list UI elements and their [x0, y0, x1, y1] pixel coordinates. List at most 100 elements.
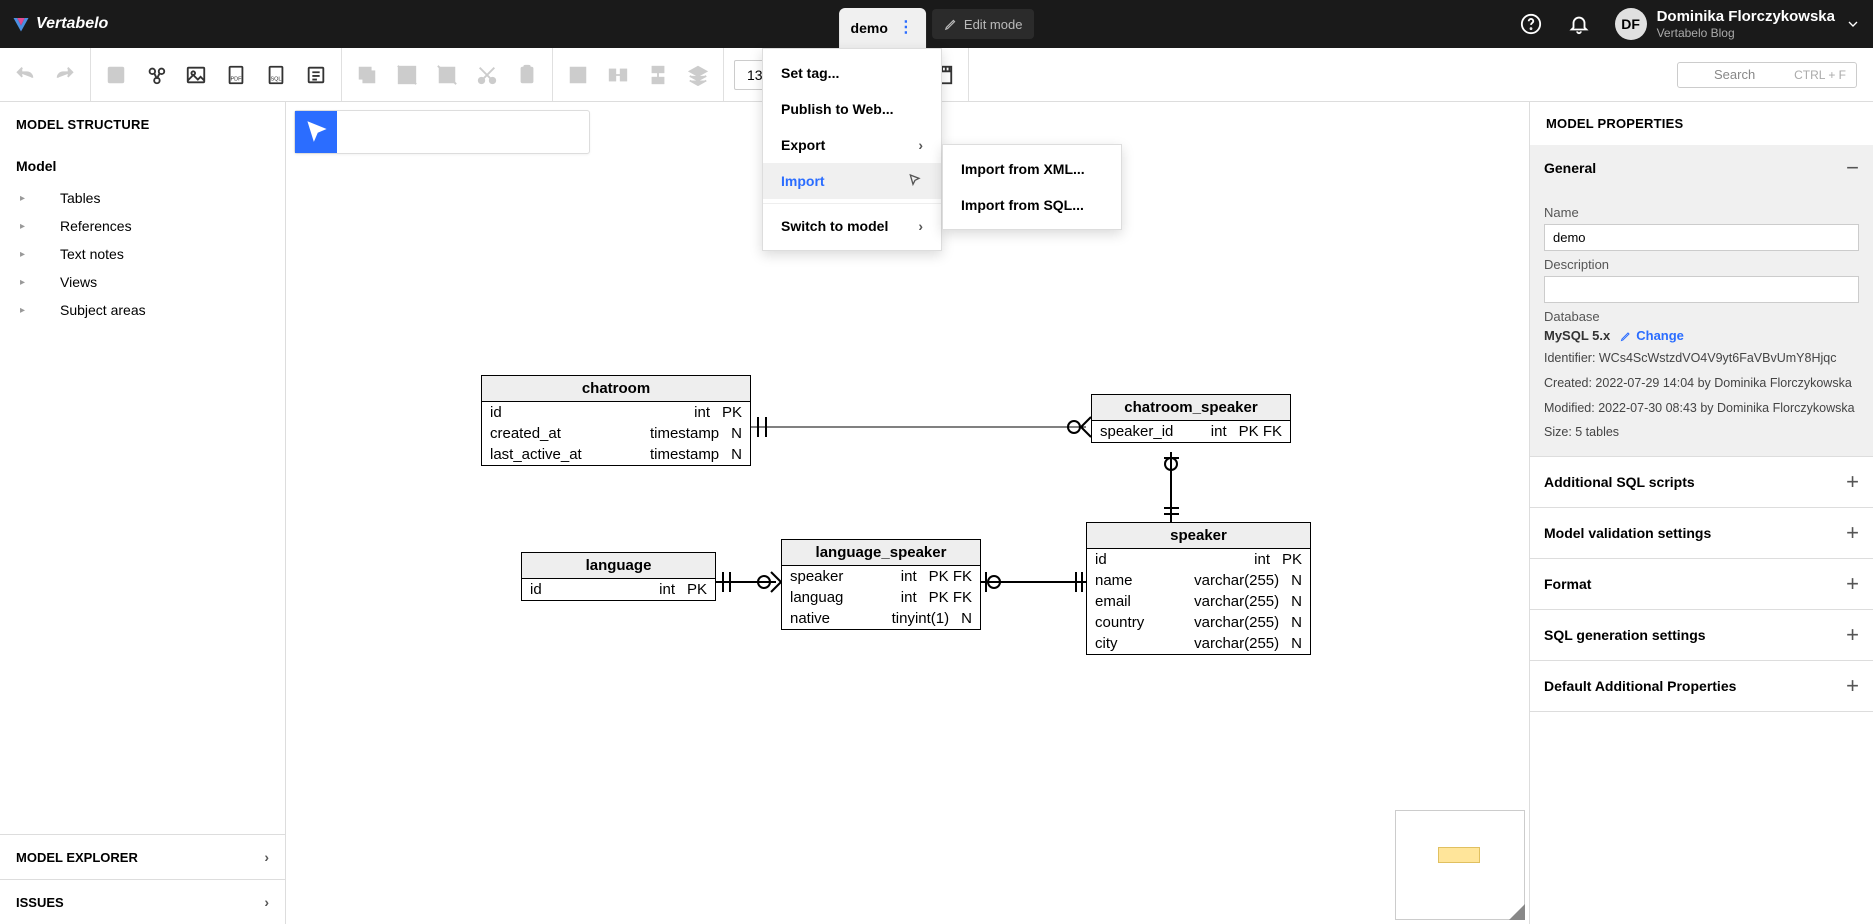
rp-validation[interactable]: Model validation settings+ [1530, 508, 1873, 559]
pdf-button[interactable]: PDF [221, 60, 251, 90]
plus-icon: + [1846, 622, 1859, 648]
search-shortcut: CTRL + F [1794, 68, 1846, 82]
rp-general-toggle[interactable]: General − [1530, 145, 1873, 191]
desc-input[interactable] [1544, 276, 1859, 303]
cursor-icon [907, 173, 923, 189]
menu-export[interactable]: Export› [763, 127, 941, 163]
remove-all-button[interactable] [392, 60, 422, 90]
table-tool[interactable] [379, 111, 421, 153]
plus-icon: + [1846, 520, 1859, 546]
user-menu[interactable]: DF Dominika Florczykowska Vertabelo Blog [1615, 8, 1861, 40]
remove-button[interactable] [432, 60, 462, 90]
undo-icon [14, 64, 36, 86]
avatar: DF [1615, 8, 1647, 40]
table-icon [38, 191, 52, 205]
reference-icon [38, 219, 52, 233]
name-input[interactable] [1544, 224, 1859, 251]
menu-publish[interactable]: Publish to Web... [763, 91, 941, 127]
tab-strip: demo ⋮ Edit mode [839, 0, 1035, 48]
search-box[interactable]: Search CTRL + F [1677, 62, 1857, 88]
tree-root[interactable]: Model [16, 158, 269, 174]
redo-button[interactable] [50, 60, 80, 90]
align-h-icon [607, 64, 629, 86]
share-button[interactable] [141, 60, 171, 90]
paste-button[interactable] [512, 60, 542, 90]
minimap-resize-handle[interactable] [1509, 904, 1525, 920]
er-table-speaker[interactable]: speaker idintPK namevarchar(255)N emailv… [1086, 522, 1311, 655]
tree-item-tables[interactable]: ▸Tables [16, 184, 269, 212]
brand-text: Vertabelo [36, 15, 108, 33]
menu-switch-model[interactable]: Switch to model› [763, 208, 941, 244]
menu-import-xml[interactable]: Import from XML... [943, 151, 1121, 187]
rp-sql-gen[interactable]: SQL generation settings+ [1530, 610, 1873, 661]
table-icon [388, 120, 412, 144]
er-table-language-speaker[interactable]: language_speaker speakerintPK FK languag… [781, 539, 981, 630]
expand-button[interactable] [563, 60, 593, 90]
logo[interactable]: Vertabelo [12, 15, 108, 33]
cut-button[interactable] [472, 60, 502, 90]
undo-button[interactable] [10, 60, 40, 90]
rp-sql-scripts[interactable]: Additional SQL scripts+ [1530, 457, 1873, 508]
area-tool[interactable] [547, 111, 589, 153]
sql-button[interactable]: SQL [261, 60, 291, 90]
tab-menu-button[interactable]: ⋮ [898, 20, 914, 36]
minimap[interactable] [1395, 810, 1525, 920]
save-button[interactable] [101, 60, 131, 90]
view-tool[interactable] [463, 111, 505, 153]
area-icon [38, 303, 52, 317]
chevron-down-icon [1845, 16, 1861, 32]
user-subtitle: Vertabelo Blog [1657, 26, 1835, 40]
align-h-button[interactable] [603, 60, 633, 90]
rp-format[interactable]: Format+ [1530, 559, 1873, 610]
pencil-icon [1620, 330, 1632, 342]
edit-mode-indicator[interactable]: Edit mode [932, 9, 1035, 39]
copy-button[interactable] [352, 60, 382, 90]
active-tab[interactable]: demo ⋮ [839, 8, 926, 48]
db-value: MySQL 5.x [1544, 328, 1610, 343]
er-header: language [522, 553, 715, 579]
notes-button[interactable] [301, 60, 331, 90]
model-properties-header: MODEL PROPERTIES [1530, 102, 1873, 145]
menu-import-sql[interactable]: Import from SQL... [943, 187, 1121, 223]
user-text: Dominika Florczykowska Vertabelo Blog [1657, 8, 1835, 40]
search-icon [1688, 67, 1704, 83]
chevron-down-icon [253, 116, 269, 132]
image-icon [185, 64, 207, 86]
tab-context-menu: Set tag... Publish to Web... Export› Imp… [762, 48, 942, 251]
rp-general-section: General − Name Description Database MySQ… [1530, 145, 1873, 457]
menu-import[interactable]: Import [763, 163, 941, 199]
help-button[interactable] [1519, 12, 1543, 36]
desc-label: Description [1544, 257, 1859, 272]
layers-icon [687, 64, 709, 86]
model-explorer-toggle[interactable]: MODEL EXPLORER › [0, 834, 285, 879]
issues-toggle[interactable]: ISSUES › [0, 879, 285, 924]
tree-item-textnotes[interactable]: ▸Text notes [16, 240, 269, 268]
area-icon [556, 120, 580, 144]
change-db-link[interactable]: Change [1620, 328, 1684, 343]
er-header: language_speaker [782, 540, 980, 566]
rp-default-props[interactable]: Default Additional Properties+ [1530, 661, 1873, 712]
marquee-tool[interactable] [337, 111, 379, 153]
er-table-language[interactable]: language idintPK [521, 552, 716, 601]
er-table-chatroom-speaker[interactable]: chatroom_speaker speaker_idintPK FK [1091, 394, 1291, 443]
reference-tool[interactable] [421, 111, 463, 153]
image-button[interactable] [181, 60, 211, 90]
menu-set-tag[interactable]: Set tag... [763, 55, 941, 91]
toolbar-edit-group [342, 48, 553, 101]
pencil-icon [944, 17, 958, 31]
tree-item-views[interactable]: ▸Views [16, 268, 269, 296]
select-tool[interactable] [295, 111, 337, 153]
er-table-chatroom[interactable]: chatroom idintPK created_attimestampN la… [481, 375, 751, 466]
model-structure-header[interactable]: MODEL STRUCTURE [0, 102, 285, 146]
note-tool[interactable] [505, 111, 547, 153]
layers-button[interactable] [683, 60, 713, 90]
db-label: Database [1544, 309, 1859, 324]
tree-item-references[interactable]: ▸References [16, 212, 269, 240]
chevron-right-icon: › [918, 218, 923, 234]
notifications-button[interactable] [1567, 12, 1591, 36]
share-icon [145, 64, 167, 86]
topbar-right: DF Dominika Florczykowska Vertabelo Blog [1519, 8, 1861, 40]
align-v-button[interactable] [643, 60, 673, 90]
tree-item-subjectareas[interactable]: ▸Subject areas [16, 296, 269, 324]
plus-icon: + [1846, 571, 1859, 597]
